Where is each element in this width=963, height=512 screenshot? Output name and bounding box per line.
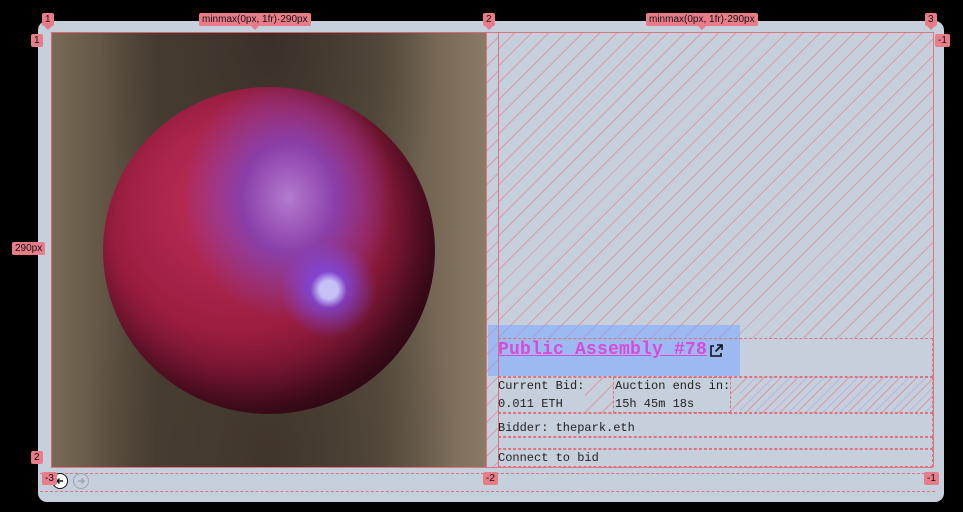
mirror-sphere xyxy=(103,87,435,414)
col-track-label-2: minmax(0px, 1fr)·290px xyxy=(646,13,758,30)
grid-line-col-3 xyxy=(933,32,934,467)
nft-artwork-image xyxy=(51,32,486,467)
current-bid-label: Current Bid: xyxy=(498,379,585,393)
auction-ends-value: 15h 45m 18s xyxy=(615,397,695,411)
external-link-icon[interactable] xyxy=(708,343,724,359)
col-neg-badge-2: -2 xyxy=(483,472,498,485)
col-neg-badge-top: -1 xyxy=(935,34,950,47)
col-number-badge-3: 3 xyxy=(925,13,937,30)
col-number-badge-1: 1 xyxy=(42,13,54,30)
grid-line-row-2 xyxy=(51,467,933,468)
row-number-badge-1: 1 xyxy=(31,34,43,47)
spacer-row-outline xyxy=(498,437,933,449)
current-bid-value: 0.011 ETH xyxy=(498,397,563,411)
grid-line-row-1 xyxy=(51,32,933,33)
auction-title-link[interactable]: Public Assembly #78 xyxy=(498,340,707,360)
column-gap-hatch xyxy=(486,32,498,467)
col-neg-badge-3: -3 xyxy=(42,472,57,485)
auction-ends-label: Auction ends in: xyxy=(615,379,731,393)
col-track-label-1: minmax(0px, 1fr)·290px xyxy=(199,13,311,30)
connect-to-bid-link[interactable]: Connect to bid xyxy=(498,451,599,465)
grid-line-col-1 xyxy=(51,32,52,467)
next-button[interactable] xyxy=(73,473,89,489)
empty-grid-area xyxy=(498,32,933,338)
arrow-right-circle-icon xyxy=(78,478,85,484)
row-neg-badge-1: -1 xyxy=(924,472,939,485)
row-number-badge-2: 2 xyxy=(31,451,43,464)
grid-line-row-3 xyxy=(40,491,935,492)
col-number-badge-2: 2 xyxy=(483,13,495,30)
bidder-text: Bidder: thepark.eth xyxy=(498,421,635,435)
row-track-label: 290px xyxy=(12,242,46,255)
grid-line-col-2a xyxy=(486,32,487,467)
